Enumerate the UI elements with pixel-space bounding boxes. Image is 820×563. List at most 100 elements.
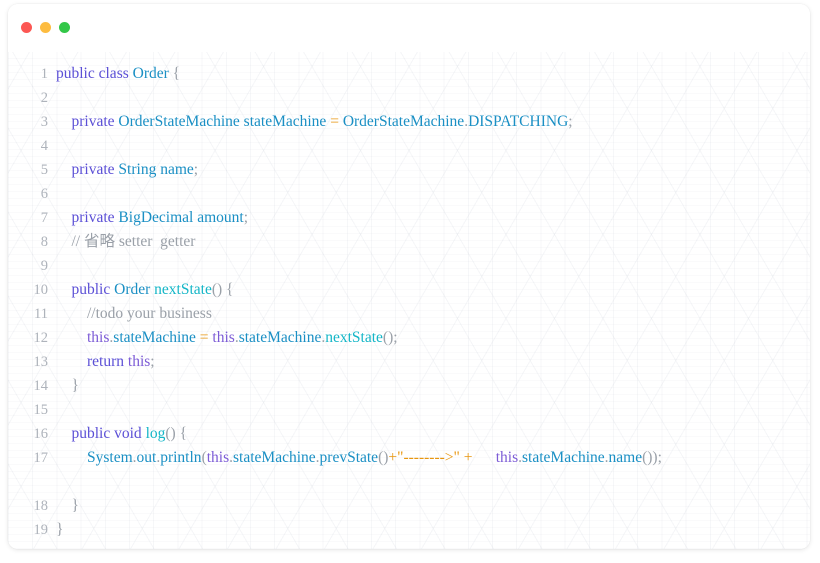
line-number: 17 bbox=[33, 450, 49, 466]
code-token: "-------->" bbox=[397, 449, 460, 466]
code-token: () bbox=[165, 425, 176, 442]
code-token: stateMachine bbox=[243, 113, 327, 130]
code-line-text: public Order nextState() { bbox=[56, 278, 810, 302]
code-line: 5 private String name; bbox=[8, 158, 810, 182]
line-number: 12 bbox=[33, 330, 49, 346]
code-line-text: private BigDecimal amount; bbox=[56, 206, 810, 230]
code-token: System bbox=[87, 449, 133, 466]
code-token: ; bbox=[193, 161, 199, 178]
code-line: 18 } bbox=[8, 494, 810, 518]
code-line: 11 //todo your business bbox=[8, 302, 810, 326]
code-token: () bbox=[382, 329, 394, 346]
code-token: this bbox=[127, 353, 151, 370]
code-token: () bbox=[211, 281, 223, 298]
code-token: private bbox=[71, 161, 115, 178]
code-token: ; bbox=[243, 209, 249, 226]
code-token: amount bbox=[197, 209, 244, 226]
code-token: Order bbox=[132, 65, 169, 82]
line-number: 13 bbox=[33, 354, 49, 370]
code-line: 2 bbox=[8, 86, 810, 110]
code-token: { bbox=[226, 281, 234, 298]
close-button[interactable] bbox=[21, 22, 32, 33]
code-token: class bbox=[98, 65, 129, 82]
code-line: 13 return this; bbox=[8, 350, 810, 374]
code-token: stateMachine bbox=[238, 329, 322, 346]
code-token: { bbox=[179, 425, 188, 442]
code-token: public bbox=[56, 65, 95, 82]
code-token: ()) bbox=[642, 449, 658, 466]
code-line-text: } bbox=[56, 518, 810, 542]
code-line-text: //todo your business bbox=[56, 302, 810, 326]
code-token: OrderStateMachine bbox=[118, 113, 240, 130]
code-line: 1 public class Order { bbox=[8, 62, 810, 86]
code-token: this bbox=[87, 329, 110, 346]
code-line: 16 public void log() { bbox=[8, 422, 810, 446]
code-token: void bbox=[114, 425, 142, 442]
code-token: ; bbox=[393, 329, 398, 346]
code-token: ; bbox=[568, 113, 573, 130]
code-token: log bbox=[145, 425, 166, 442]
code-line-text: return this; bbox=[56, 350, 810, 374]
code-token: // 省略 setter getter bbox=[71, 233, 196, 250]
code-token: private bbox=[71, 209, 115, 226]
window-controls bbox=[21, 22, 810, 33]
line-number: 14 bbox=[33, 378, 49, 394]
code-line: 17 System.out.println(this.stateMachine.… bbox=[8, 446, 810, 494]
code-line: 7 private BigDecimal amount; bbox=[8, 206, 810, 230]
code-line-text: private OrderStateMachine stateMachine =… bbox=[56, 110, 810, 134]
code-line-text: public class Order { bbox=[56, 62, 810, 86]
code-token: private bbox=[71, 113, 115, 130]
line-number: 5 bbox=[40, 162, 48, 178]
code-line-text: System.out.println(this.stateMachine.pre… bbox=[56, 446, 810, 470]
code-editor-area[interactable]: 1 public class Order { 2 3 private OrderSta… bbox=[8, 52, 810, 549]
code-token: DISPATCHING bbox=[468, 113, 569, 130]
code-line: 19} bbox=[8, 518, 810, 542]
code-token: } bbox=[71, 497, 79, 514]
code-token: ; bbox=[150, 353, 155, 370]
line-number: 4 bbox=[40, 138, 48, 154]
code-token: OrderStateMachine bbox=[342, 113, 465, 130]
window-titlebar bbox=[8, 4, 810, 52]
code-line: 10 public Order nextState() { bbox=[8, 278, 810, 302]
code-line-text: this.stateMachine = this.stateMachine.ne… bbox=[56, 326, 810, 350]
code-snippet-card: 1 public class Order { 2 3 private OrderSta… bbox=[8, 4, 810, 549]
code-lines-container: 1 public class Order { 2 3 private OrderSta… bbox=[8, 62, 810, 542]
code-token: this bbox=[495, 449, 519, 466]
maximize-button[interactable] bbox=[59, 22, 70, 33]
line-number: 18 bbox=[33, 498, 49, 514]
code-line: 3 private OrderStateMachine stateMachine… bbox=[8, 110, 810, 134]
line-number: 2 bbox=[40, 90, 48, 106]
code-token: //todo your business bbox=[87, 305, 212, 322]
code-token: = bbox=[199, 329, 209, 346]
code-token: public bbox=[71, 281, 111, 298]
code-token: Order bbox=[114, 281, 151, 298]
code-token: stateMachine bbox=[113, 329, 196, 346]
code-line: 12 this.stateMachine = this.stateMachine… bbox=[8, 326, 810, 350]
code-token: stateMachine bbox=[233, 449, 316, 466]
code-line: 8 // 省略 setter getter bbox=[8, 230, 810, 254]
code-token: BigDecimal bbox=[118, 209, 194, 226]
minimize-button[interactable] bbox=[40, 22, 51, 33]
code-token: () bbox=[378, 449, 389, 466]
code-line: 15 bbox=[8, 398, 810, 422]
line-number: 19 bbox=[33, 522, 49, 538]
code-token: stateMachine bbox=[522, 449, 605, 466]
code-token: } bbox=[56, 521, 64, 538]
line-number: 3 bbox=[40, 114, 48, 130]
code-line-text: } bbox=[56, 374, 810, 398]
line-number: 15 bbox=[33, 402, 49, 418]
code-token: return bbox=[87, 353, 125, 370]
line-number: 7 bbox=[40, 210, 48, 226]
code-token: = bbox=[330, 113, 339, 130]
code-line: 14 } bbox=[8, 374, 810, 398]
